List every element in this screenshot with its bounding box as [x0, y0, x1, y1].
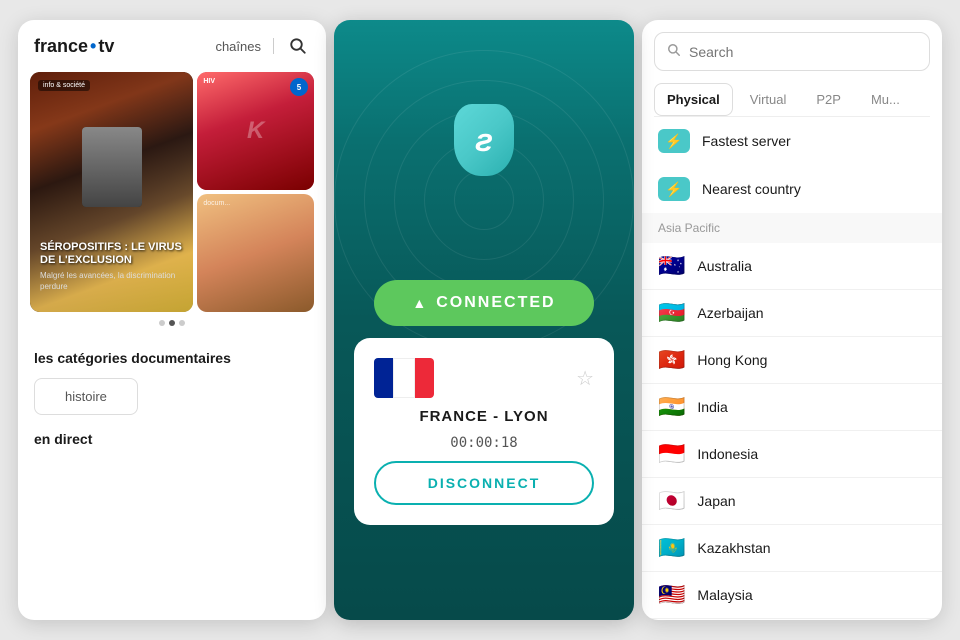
- hero-side-images: HIV 5 K docum...: [197, 72, 314, 312]
- hero-main-image[interactable]: info & société SÉROPOSITIFS : LE VIRUS D…: [30, 72, 193, 312]
- dots-indicator: [18, 312, 326, 334]
- francetv-logo: france•tv: [34, 36, 114, 57]
- tab-p2p[interactable]: P2P: [803, 83, 854, 116]
- side-top-tag: HIV: [203, 78, 215, 85]
- disconnect-button[interactable]: DISCONNECT: [374, 461, 594, 505]
- vpn-panel: ƨ ▲ CONNECTED ☆ FRANCE - LYON 00:00:18 D…: [334, 20, 634, 620]
- favorite-star-icon[interactable]: ☆: [576, 366, 594, 391]
- search-input[interactable]: [689, 44, 917, 60]
- vpn-logo-s: ƨ: [475, 122, 493, 159]
- categories-section: les catégories documentaires histoire: [18, 334, 326, 431]
- vpn-connected-button[interactable]: ▲ CONNECTED: [374, 280, 594, 326]
- francetv-panel: france•tv chaînes: [18, 20, 326, 620]
- region-header: Asia Pacific: [642, 213, 942, 243]
- tab-virtual[interactable]: Virtual: [737, 83, 800, 116]
- fastest-server-label: Fastest server: [702, 133, 791, 149]
- tab-multi[interactable]: Mu...: [858, 83, 913, 116]
- server-tabs: Physical Virtual P2P Mu...: [654, 83, 930, 117]
- server-list: ⚡ Fastest server ⚡ Nearest country Asia …: [642, 117, 942, 620]
- side-bottom-tag: docum...: [203, 200, 230, 207]
- flag-azerbaijan: 🇦🇿: [658, 302, 685, 324]
- list-item[interactable]: 🇦🇺 Australia: [642, 243, 942, 290]
- list-item[interactable]: 🇮🇳 India: [642, 384, 942, 431]
- list-item[interactable]: 🇲🇾 Malaysia: [642, 572, 942, 619]
- category-histoire[interactable]: histoire: [34, 378, 138, 415]
- flag-indonesia: 🇮🇩: [658, 443, 685, 465]
- categories-title: les catégories documentaires: [34, 350, 310, 366]
- nearest-country-label: Nearest country: [702, 181, 801, 197]
- logo-tv: tv: [98, 36, 114, 57]
- fastest-server-icon: ⚡: [658, 129, 690, 153]
- country-name: Malaysia: [697, 587, 752, 603]
- hero-badge: 5: [290, 78, 308, 96]
- connected-label: CONNECTED: [436, 294, 555, 312]
- logo-dot: •: [90, 36, 96, 57]
- list-item[interactable]: 🇯🇵 Japan: [642, 478, 942, 525]
- hero-side-bottom-image[interactable]: docum...: [197, 194, 314, 312]
- list-item[interactable]: 🇳🇿 New Zealand: [642, 619, 942, 620]
- flag-blue: [374, 358, 393, 398]
- flag-australia: 🇦🇺: [658, 255, 685, 277]
- nearest-country-item[interactable]: ⚡ Nearest country: [642, 165, 942, 213]
- flag-japan: 🇯🇵: [658, 490, 685, 512]
- chevron-up-icon: ▲: [412, 295, 426, 311]
- vpn-bottom-card: ☆ FRANCE - LYON 00:00:18 DISCONNECT: [354, 338, 614, 525]
- dot-1: [159, 320, 165, 326]
- francetv-header: france•tv chaînes: [18, 20, 326, 72]
- fastest-server-item[interactable]: ⚡ Fastest server: [642, 117, 942, 165]
- list-item[interactable]: 🇦🇿 Azerbaijan: [642, 290, 942, 337]
- dot-3: [179, 320, 185, 326]
- logo-text: france: [34, 36, 88, 57]
- vpn-location: FRANCE - LYON: [419, 408, 548, 425]
- server-search-box[interactable]: [654, 32, 930, 71]
- france-flag: [374, 358, 434, 398]
- en-direct-label: en direct: [18, 431, 326, 447]
- flag-white: [393, 358, 414, 398]
- hero-overlay: SÉROPOSITIFS : LE VIRUS DE L'EXCLUSION M…: [40, 241, 183, 292]
- flag-malaysia: 🇲🇾: [658, 584, 685, 606]
- hero-subtitle: Malgré les avancées, la discrimination p…: [40, 271, 183, 292]
- hero-images: info & société SÉROPOSITIFS : LE VIRUS D…: [18, 72, 326, 312]
- country-name: Hong Kong: [697, 352, 767, 368]
- country-name: Indonesia: [697, 446, 758, 462]
- country-name: India: [697, 399, 727, 415]
- search-icon: [667, 43, 681, 60]
- flag-india: 🇮🇳: [658, 396, 685, 418]
- list-item[interactable]: 🇭🇰 Hong Kong: [642, 337, 942, 384]
- francetv-nav: chaînes: [215, 34, 310, 58]
- country-name: Kazakhstan: [697, 540, 770, 556]
- hero-tag: info & société: [38, 80, 90, 91]
- list-item[interactable]: 🇮🇩 Indonesia: [642, 431, 942, 478]
- chains-label[interactable]: chaînes: [215, 39, 261, 54]
- vpn-flag-row: ☆: [374, 358, 594, 398]
- list-item[interactable]: 🇰🇿 Kazakhstan: [642, 525, 942, 572]
- nearest-country-icon: ⚡: [658, 177, 690, 201]
- flag-hongkong: 🇭🇰: [658, 349, 685, 371]
- country-name: Japan: [697, 493, 735, 509]
- vpn-logo: ƨ: [449, 100, 519, 180]
- country-name: Azerbaijan: [697, 305, 763, 321]
- flag-kazakhstan: 🇰🇿: [658, 537, 685, 559]
- nav-divider: [273, 38, 274, 54]
- hero-side-top-image[interactable]: HIV 5 K: [197, 72, 314, 190]
- dot-2: [169, 320, 175, 326]
- hero-title: SÉROPOSITIFS : LE VIRUS DE L'EXCLUSION: [40, 241, 183, 267]
- flag-red: [415, 358, 434, 398]
- search-icon[interactable]: [286, 34, 310, 58]
- tab-physical[interactable]: Physical: [654, 83, 733, 116]
- country-name: Australia: [697, 258, 751, 274]
- vpn-timer: 00:00:18: [450, 435, 517, 451]
- server-list-panel: Physical Virtual P2P Mu... ⚡ Fastest ser…: [642, 20, 942, 620]
- vpn-logo-shape: ƨ: [454, 104, 514, 176]
